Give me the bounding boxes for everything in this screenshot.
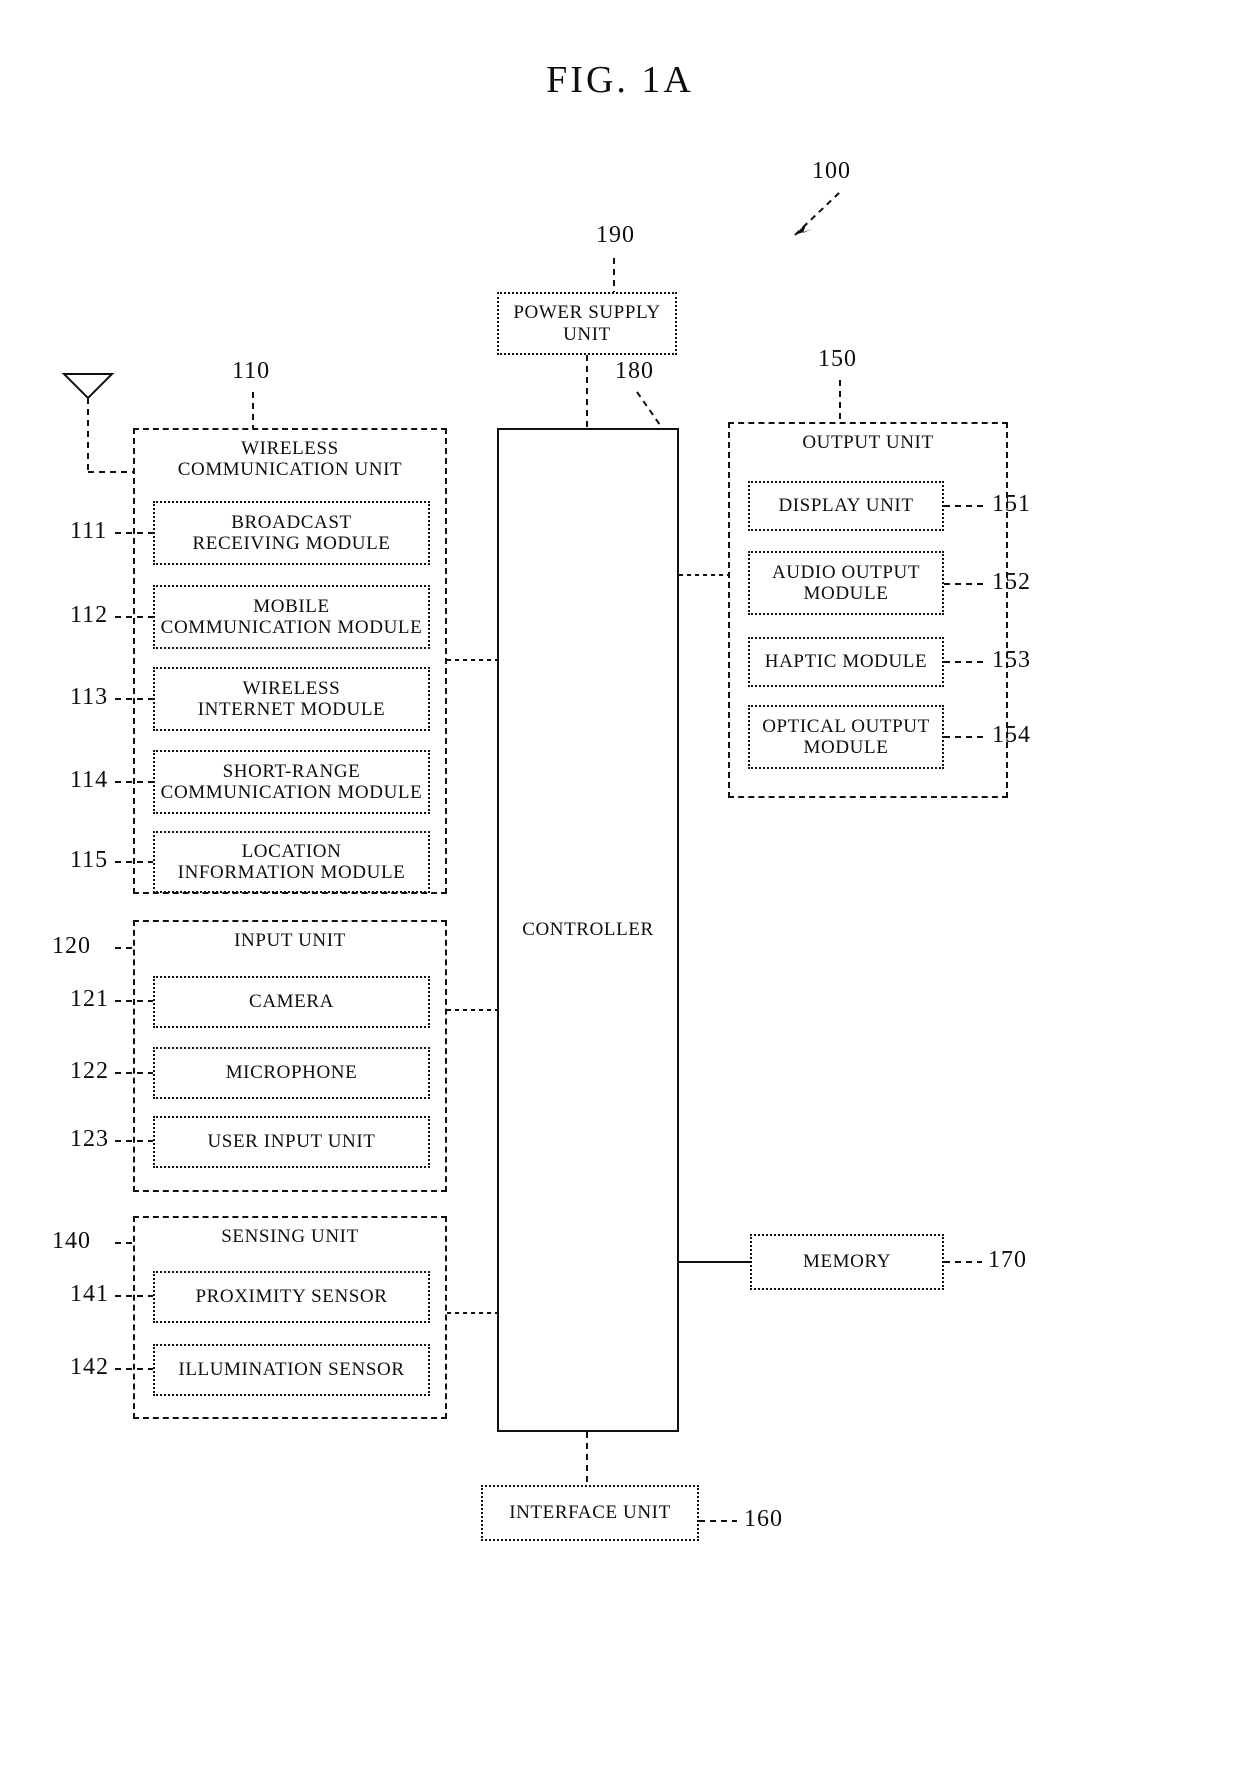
optical-output-module-label: OPTICAL OUTPUT MODULE [762,715,930,758]
interface-unit-label: INTERFACE UNIT [509,1502,671,1524]
location-information-module-label: LOCATION INFORMATION MODULE [177,840,406,883]
ref-wireless-internet-module-113: 113 [70,684,109,710]
ref-user-input-unit-123: 123 [70,1126,109,1152]
memory-box: MEMORY [750,1234,944,1290]
patent-figure: FIG. 1A 100 190 180 110 150 111 112 113 … [0,0,1240,1775]
ref-device-100: 100 [812,158,851,184]
ref-power-supply-190: 190 [596,222,635,248]
input-unit-label: INPUT UNIT [234,930,346,951]
interface-unit-box: INTERFACE UNIT [481,1485,699,1541]
wireless-internet-module-label: WIRELESS INTERNET MODULE [197,677,386,720]
ref-microphone-122: 122 [70,1058,109,1084]
ref-wireless-unit-110: 110 [232,358,271,384]
memory-label: MEMORY [802,1251,892,1273]
illumination-sensor-label: ILLUMINATION SENSOR [178,1359,405,1381]
wireless-communication-unit-group: WIRELESS COMMUNICATION UNIT [133,428,447,894]
ref-interface-unit-160: 160 [744,1506,783,1532]
audio-output-module-label: AUDIO OUTPUT MODULE [771,561,921,604]
mobile-communication-module-label: MOBILE COMMUNICATION MODULE [160,595,423,638]
display-unit-box: DISPLAY UNIT [748,481,944,531]
broadcast-receiving-module-box: BROADCAST RECEIVING MODULE [153,501,430,565]
camera-box: CAMERA [153,976,430,1028]
haptic-module-box: HAPTIC MODULE [748,637,944,687]
power-supply-unit-label: POWER SUPPLY UNIT [513,302,661,345]
optical-output-module-box: OPTICAL OUTPUT MODULE [748,705,944,769]
short-range-communication-module-label: SHORT-RANGE COMMUNICATION MODULE [160,760,423,803]
ref-short-range-communication-module-114: 114 [70,767,109,793]
wireless-communication-unit-label: WIRELESS COMMUNICATION UNIT [177,438,403,481]
illumination-sensor-box: ILLUMINATION SENSOR [153,1344,430,1396]
output-unit-label: OUTPUT UNIT [802,432,934,453]
sensing-unit-label: SENSING UNIT [221,1226,359,1247]
proximity-sensor-label: PROXIMITY SENSOR [195,1286,388,1308]
ref-broadcast-receiving-module-111: 111 [70,518,108,544]
ref-memory-170: 170 [988,1247,1027,1273]
wireless-internet-module-box: WIRELESS INTERNET MODULE [153,667,430,731]
microphone-box: MICROPHONE [153,1047,430,1099]
power-supply-unit-box: POWER SUPPLY UNIT [497,292,677,355]
location-information-module-box: LOCATION INFORMATION MODULE [153,831,430,893]
display-unit-label: DISPLAY UNIT [778,495,914,517]
user-input-unit-label: USER INPUT UNIT [207,1131,376,1153]
controller-box: CONTROLLER [497,428,679,1432]
haptic-module-label: HAPTIC MODULE [764,651,928,673]
ref-sensing-unit-140: 140 [52,1228,91,1254]
microphone-label: MICROPHONE [225,1062,358,1084]
ref-input-unit-120: 120 [52,933,91,959]
ref-illumination-sensor-142: 142 [70,1354,109,1380]
ref-proximity-sensor-141: 141 [70,1281,109,1307]
ref-mobile-communication-module-112: 112 [70,602,109,628]
figure-title: FIG. 1A [546,59,694,101]
camera-label: CAMERA [249,991,334,1013]
ref-controller-180: 180 [615,358,654,384]
ref-camera-121: 121 [70,986,109,1012]
broadcast-receiving-module-label: BROADCAST RECEIVING MODULE [192,511,391,554]
mobile-communication-module-box: MOBILE COMMUNICATION MODULE [153,585,430,649]
ref-location-information-module-115: 115 [70,847,109,873]
audio-output-module-box: AUDIO OUTPUT MODULE [748,551,944,615]
short-range-communication-module-box: SHORT-RANGE COMMUNICATION MODULE [153,750,430,814]
user-input-unit-box: USER INPUT UNIT [153,1116,430,1168]
ref-output-unit-150: 150 [818,346,857,372]
controller-label: CONTROLLER [522,919,654,940]
proximity-sensor-box: PROXIMITY SENSOR [153,1271,430,1323]
